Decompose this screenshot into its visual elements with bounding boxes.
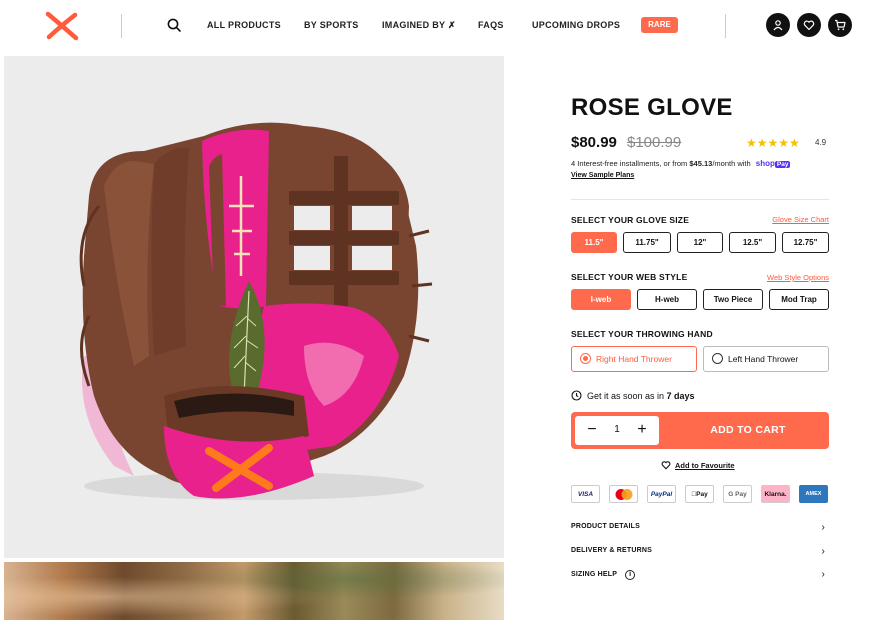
shop-pay-word: shop xyxy=(755,159,775,168)
search-icon[interactable] xyxy=(166,17,182,33)
product-secondary-image[interactable] xyxy=(4,562,504,620)
nav-upcoming-drops[interactable]: UPCOMING DROPS xyxy=(532,20,620,30)
product-old-price: $100.99 xyxy=(627,134,682,151)
web-style-option[interactable]: Mod Trap xyxy=(769,289,829,310)
web-style-option[interactable]: I-web xyxy=(571,289,631,310)
cart-button[interactable] xyxy=(828,13,852,37)
radio-selected-icon xyxy=(580,353,591,364)
chevron-right-icon: › xyxy=(821,569,825,580)
web-style-label: SELECT YOUR WEB STYLE xyxy=(571,272,688,282)
mastercard-circles xyxy=(615,488,632,500)
paypal-icon: PayPal xyxy=(647,485,676,503)
shop-pay-logo: shop Pay xyxy=(756,159,791,168)
chevron-right-icon: › xyxy=(821,546,825,557)
klarna-icon: Klarna. xyxy=(761,485,790,503)
header-divider xyxy=(121,14,122,38)
divider xyxy=(571,199,829,200)
nav-rare-badge[interactable]: RARE xyxy=(641,17,678,33)
nav-faqs[interactable]: FAQS xyxy=(478,20,504,30)
header-divider xyxy=(725,14,726,38)
add-to-cart-button[interactable]: ADD TO CART xyxy=(667,424,829,436)
accordion-product-details[interactable]: PRODUCT DETAILS › xyxy=(571,523,829,537)
favourite-label: Add to Favourite xyxy=(675,460,735,470)
glove-size-label: SELECT YOUR GLOVE SIZE xyxy=(571,215,690,225)
accordion-sizing-help[interactable]: SIZING HELP i › xyxy=(571,570,829,584)
installments-suffix: /month with xyxy=(712,159,751,168)
web-style-option[interactable]: Two Piece xyxy=(703,289,763,310)
hand-option-label: Left Hand Thrower xyxy=(728,354,799,364)
view-sample-plans-link[interactable]: View Sample Plans xyxy=(571,172,634,179)
delivery-estimate: Get it as soon as in 7 days xyxy=(571,390,695,401)
quantity-stepper: − 1 + xyxy=(575,416,659,445)
web-style-options-link[interactable]: Web Style Options xyxy=(767,273,829,282)
size-option[interactable]: 12" xyxy=(677,232,723,253)
heart-icon xyxy=(803,20,815,31)
size-option[interactable]: 12.75" xyxy=(782,232,829,253)
add-to-favourite-link[interactable]: Add to Favourite xyxy=(661,460,735,470)
account-button[interactable] xyxy=(766,13,790,37)
wishlist-button[interactable] xyxy=(797,13,821,37)
visa-icon: VISA xyxy=(571,485,600,503)
glove-size-chart-link[interactable]: Glove Size Chart xyxy=(772,215,829,224)
left-hand-thrower-option[interactable]: Left Hand Thrower xyxy=(703,346,829,372)
right-hand-thrower-option[interactable]: Right Hand Thrower xyxy=(571,346,697,372)
size-option[interactable]: 12.5" xyxy=(729,232,776,253)
cart-icon xyxy=(835,19,846,31)
heart-outline-icon xyxy=(661,461,671,470)
google-pay-icon: G Pay xyxy=(723,485,752,503)
quantity-plus-button[interactable]: + xyxy=(631,419,653,441)
chevron-right-icon: › xyxy=(821,522,825,533)
site-header: ALL PRODUCTS BY SPORTS IMAGINED BY ✗ FAQ… xyxy=(0,0,896,52)
nav-by-sports[interactable]: BY SPORTS xyxy=(304,20,359,30)
product-price: $80.99 xyxy=(571,134,617,151)
web-style-option[interactable]: H-web xyxy=(637,289,697,310)
accordion-label: SIZING HELP xyxy=(571,571,618,578)
shop-pay-badge: Pay xyxy=(774,161,791,168)
rating-value: 4.9 xyxy=(815,138,827,147)
size-option[interactable]: 11.75" xyxy=(623,232,671,253)
installments-prefix: 4 Interest-free installments, or from xyxy=(571,159,690,168)
throwing-hand-label: SELECT YOUR THROWING HAND xyxy=(571,329,713,339)
installments-amount: $45.13 xyxy=(689,159,713,168)
hand-option-label: Right Hand Thrower xyxy=(596,354,672,364)
mastercard-icon xyxy=(609,485,638,503)
add-to-cart-bar: − 1 + ADD TO CART xyxy=(571,412,829,449)
delivery-prefix: Get it as soon as in xyxy=(587,390,667,401)
apple-pay-icon: Pay xyxy=(685,485,714,503)
rating-stars-icon[interactable]: ★★★★★ xyxy=(746,136,800,150)
nav-all-products[interactable]: ALL PRODUCTS xyxy=(207,20,281,30)
user-icon xyxy=(773,20,783,31)
accordion-delivery-returns[interactable]: DELIVERY & RETURNS › xyxy=(571,547,829,561)
product-main-image[interactable] xyxy=(4,56,504,558)
accordion-label: DELIVERY & RETURNS xyxy=(571,547,652,554)
installments-text: 4 Interest-free installments, or from $4… xyxy=(571,159,791,168)
amex-icon: AMEX xyxy=(799,485,828,503)
product-title: ROSE GLOVE xyxy=(571,94,733,121)
info-icon[interactable]: i xyxy=(625,570,636,580)
brand-logo-icon[interactable] xyxy=(44,10,80,42)
accordion-label: PRODUCT DETAILS xyxy=(571,523,640,530)
delivery-days: 7 days xyxy=(666,390,695,401)
clock-icon xyxy=(571,390,582,401)
radio-unselected-icon xyxy=(712,353,723,364)
glove-illustration xyxy=(79,122,433,500)
size-option[interactable]: 11.5" xyxy=(571,232,617,253)
nav-imagined-by[interactable]: IMAGINED BY ✗ xyxy=(382,20,456,31)
